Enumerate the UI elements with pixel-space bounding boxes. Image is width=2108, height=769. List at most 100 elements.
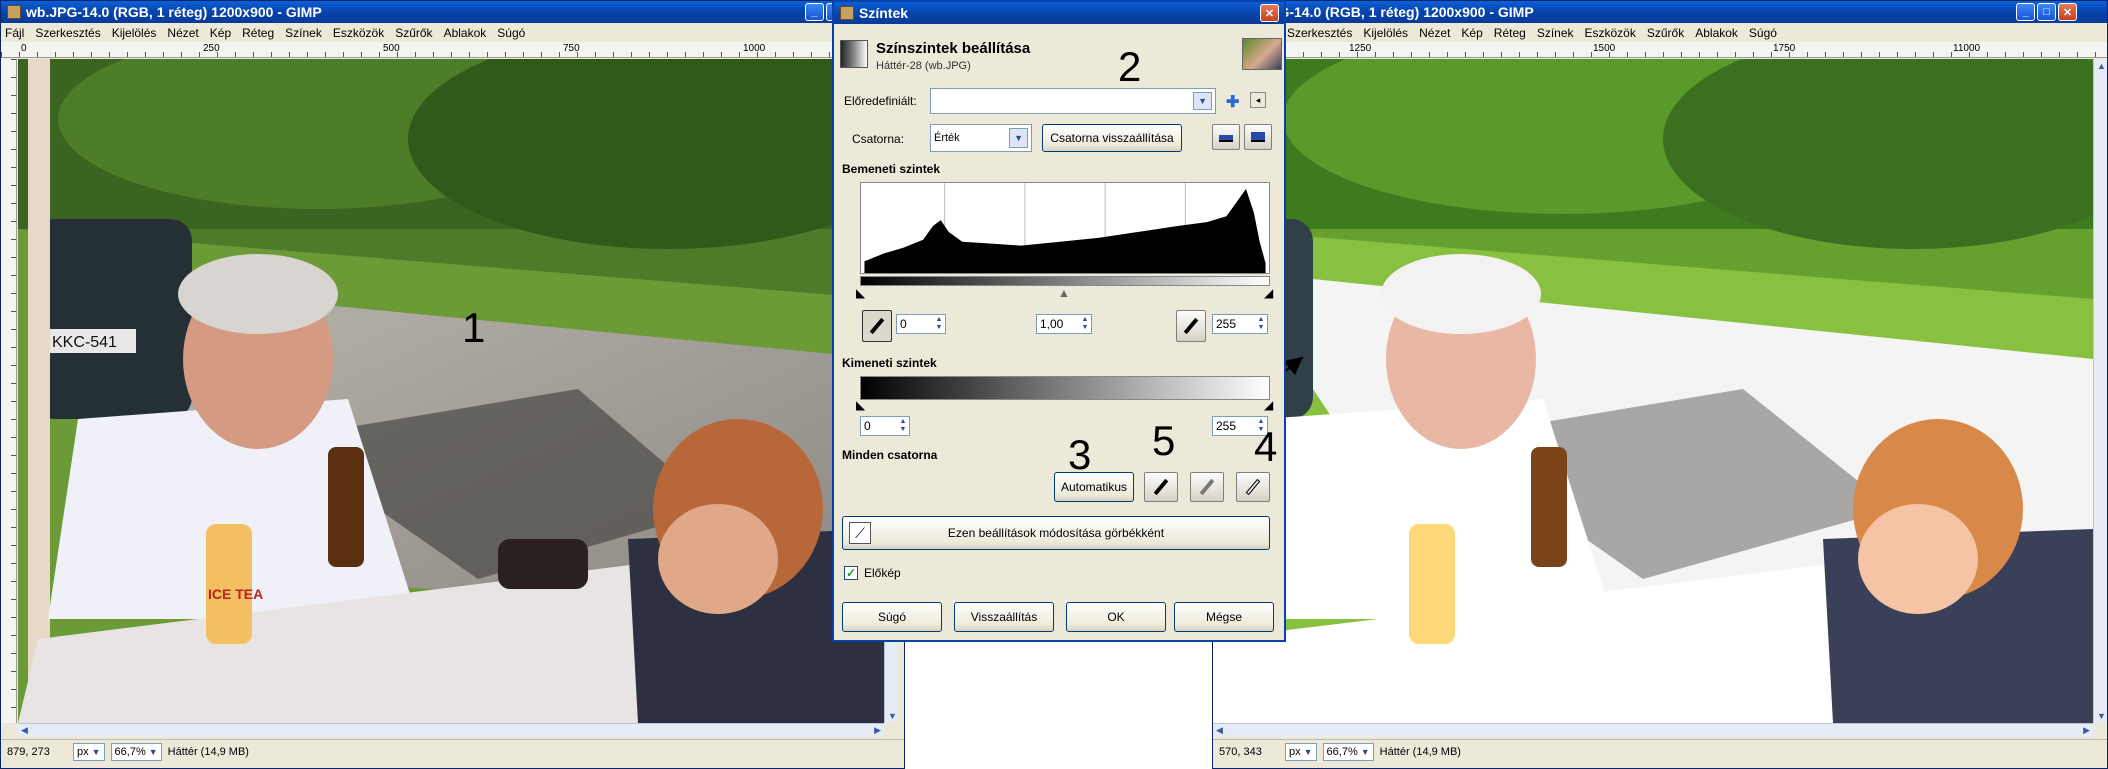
input-low-spinbox[interactable]: 0 ▲ ▼ bbox=[896, 314, 946, 334]
menu-tools[interactable]: Eszközök bbox=[1585, 26, 1636, 40]
menu-edit[interactable]: Szerkesztés bbox=[35, 26, 100, 40]
close-icon[interactable]: ✕ bbox=[1260, 4, 1279, 22]
input-low-slider-handle[interactable]: ◣ bbox=[856, 286, 865, 300]
preset-select[interactable]: ▼ bbox=[930, 88, 1216, 114]
linear-histogram-icon[interactable] bbox=[1212, 124, 1240, 150]
right-window-controls: _ □ ✕ bbox=[2016, 3, 2077, 21]
unit-select[interactable]: px ▼ bbox=[1285, 742, 1317, 761]
minimize-icon[interactable]: _ bbox=[805, 3, 824, 21]
close-icon[interactable]: ✕ bbox=[2058, 3, 2077, 21]
pick-gray-eyedropper-icon[interactable] bbox=[1190, 472, 1224, 502]
annotation-2: 2 bbox=[1118, 43, 1142, 90]
right-image-window: wb.JPG-14.0 (RGB, 1 réteg) 1200x900 - GI… bbox=[1212, 0, 2108, 769]
ok-button[interactable]: OK bbox=[1066, 602, 1166, 632]
gimp-app-icon bbox=[7, 5, 21, 19]
layer-thumbnail bbox=[1242, 38, 1282, 70]
pointer-coords: 879, 273 bbox=[7, 745, 50, 758]
cancel-button[interactable]: Mégse bbox=[1174, 602, 1274, 632]
dialog-header-subtitle: Háttér-28 (wb.JPG) bbox=[876, 60, 971, 72]
input-gamma-spinbox[interactable]: 1,00 ▲ ▼ bbox=[1036, 314, 1092, 334]
output-low-slider-handle[interactable]: ◣ bbox=[856, 398, 865, 412]
preview-checkbox[interactable]: ✓ bbox=[844, 566, 858, 580]
pick-white-point-icon[interactable] bbox=[1176, 310, 1206, 342]
input-levels-label: Bemeneti szintek bbox=[842, 162, 941, 176]
menu-colors[interactable]: Színek bbox=[285, 26, 322, 40]
annotation-1: 1 bbox=[462, 304, 486, 351]
right-vertical-scrollbar[interactable]: ▲ ▼ bbox=[2093, 59, 2107, 723]
edit-as-curves-button[interactable]: ⟋ Ezen beállítások módosítása görbékként bbox=[842, 516, 1270, 550]
levels-dialog: Színtek ✕ Színszintek beállítása Háttér-… bbox=[832, 0, 1286, 642]
channel-select[interactable]: Érték ▼ bbox=[930, 124, 1032, 152]
add-preset-icon[interactable]: ✚ bbox=[1226, 92, 1239, 112]
reset-channel-button[interactable]: Csatorna visszaállítása bbox=[1042, 124, 1182, 152]
auto-levels-button[interactable]: Automatikus bbox=[1054, 472, 1134, 502]
menu-colors[interactable]: Színek bbox=[1537, 26, 1574, 40]
reset-button[interactable]: Visszaállítás bbox=[954, 602, 1054, 632]
output-levels-label: Kimeneti szintek bbox=[842, 356, 937, 370]
menu-tools[interactable]: Eszközök bbox=[333, 26, 384, 40]
menu-image[interactable]: Kép bbox=[210, 26, 231, 40]
zoom-select[interactable]: 66,7% ▼ bbox=[110, 742, 162, 761]
unit-select[interactable]: px ▼ bbox=[73, 742, 105, 761]
dialog-header-title: Színszintek beállítása bbox=[876, 40, 1031, 57]
channel-label: Csatorna: bbox=[852, 132, 905, 146]
maximize-icon[interactable]: □ bbox=[2037, 3, 2056, 21]
all-channels-label: Minden csatorna bbox=[842, 448, 938, 462]
left-horizontal-scrollbar[interactable]: ◀ ▶ bbox=[18, 723, 884, 737]
right-statusbar: 570, 343 px ▼ 66,7% ▼ Háttér (14,9 MB) bbox=[1213, 739, 2107, 763]
right-window-titlebar[interactable]: wb.JPG-14.0 (RGB, 1 réteg) 1200x900 - GI… bbox=[1213, 1, 2107, 23]
input-high-spinbox[interactable]: 255 ▲ ▼ bbox=[1212, 314, 1268, 334]
input-gradient-bar bbox=[860, 276, 1270, 286]
help-button[interactable]: Súgó bbox=[842, 602, 942, 632]
zoom-select[interactable]: 66,7% ▼ bbox=[1322, 742, 1374, 761]
curves-icon: ⟋ bbox=[849, 522, 871, 544]
annotation-5: 5 bbox=[1152, 417, 1176, 464]
menu-image[interactable]: Kép bbox=[1461, 26, 1482, 40]
levels-dialog-title: Színtek bbox=[859, 5, 909, 21]
input-gamma-slider-handle[interactable]: ▲ bbox=[1058, 286, 1070, 300]
menu-windows[interactable]: Ablakok bbox=[1695, 26, 1738, 40]
menu-edit[interactable]: Szerkesztés bbox=[1287, 26, 1352, 40]
input-high-slider-handle[interactable]: ◢ bbox=[1264, 286, 1273, 300]
menu-filters[interactable]: Szűrők bbox=[1647, 26, 1684, 40]
left-window-titlebar[interactable]: wb.JPG-14.0 (RGB, 1 réteg) 1200x900 - GI… bbox=[1, 1, 904, 23]
left-statusbar: 879, 273 px ▼ 66,7% ▼ Háttér (14,9 MB) bbox=[1, 739, 904, 763]
preset-menu-icon[interactable]: ◂ bbox=[1250, 92, 1266, 108]
pick-white-eyedropper-icon[interactable] bbox=[1236, 472, 1270, 502]
right-horizontal-scrollbar[interactable]: ◀ ▶ bbox=[1213, 723, 2093, 737]
menu-view[interactable]: Nézet bbox=[167, 26, 198, 40]
menu-select[interactable]: Kijelölés bbox=[112, 26, 157, 40]
gimp-app-icon bbox=[840, 6, 854, 20]
left-window-title: wb.JPG-14.0 (RGB, 1 réteg) 1200x900 - GI… bbox=[26, 4, 322, 20]
menu-filters[interactable]: Szűrők bbox=[395, 26, 432, 40]
right-image-canvas[interactable] bbox=[1213, 59, 2093, 723]
menu-windows[interactable]: Ablakok bbox=[444, 26, 487, 40]
minimize-icon[interactable]: _ bbox=[2016, 3, 2035, 21]
menu-layer[interactable]: Réteg bbox=[1494, 26, 1526, 40]
left-vertical-ruler[interactable] bbox=[1, 59, 17, 723]
left-horizontal-ruler[interactable]: 0 250 500 750 1000 bbox=[1, 42, 904, 58]
menu-help[interactable]: Súgó bbox=[497, 26, 525, 40]
output-low-spinbox[interactable]: 0 ▲ ▼ bbox=[860, 416, 910, 436]
right-horizontal-ruler[interactable]: 1250 1500 1750 11000 bbox=[1213, 42, 2107, 58]
preview-label: Előkép bbox=[864, 566, 901, 580]
pick-black-eyedropper-icon[interactable] bbox=[1144, 472, 1178, 502]
layer-info: Háttér (14,9 MB) bbox=[167, 745, 249, 758]
menu-help[interactable]: Súgó bbox=[1749, 26, 1777, 40]
output-gradient-bar bbox=[860, 376, 1270, 400]
output-high-slider-handle[interactable]: ◢ bbox=[1264, 398, 1273, 412]
menu-view[interactable]: Nézet bbox=[1419, 26, 1450, 40]
annotation-3: 3 bbox=[1068, 431, 1092, 478]
pick-black-point-icon[interactable] bbox=[862, 310, 892, 342]
dialog-header: Színszintek beállítása Háttér-28 (wb.JPG… bbox=[840, 38, 1282, 78]
log-histogram-icon[interactable] bbox=[1244, 124, 1272, 150]
levels-dialog-titlebar[interactable]: Színtek bbox=[834, 2, 1284, 24]
menu-file[interactable]: Fájl bbox=[5, 26, 24, 40]
menu-layer[interactable]: Réteg bbox=[242, 26, 274, 40]
annotation-4: 4 bbox=[1254, 423, 1278, 470]
edit-as-curves-label: Ezen beállítások módosítása görbékként bbox=[947, 526, 1165, 540]
menu-select[interactable]: Kijelölés bbox=[1363, 26, 1408, 40]
photo-original: KKC-541 ICE TEA bbox=[18, 59, 884, 723]
left-image-canvas[interactable]: KKC-541 ICE TEA 1 bbox=[18, 59, 884, 723]
photo-adjusted bbox=[1213, 59, 2093, 723]
